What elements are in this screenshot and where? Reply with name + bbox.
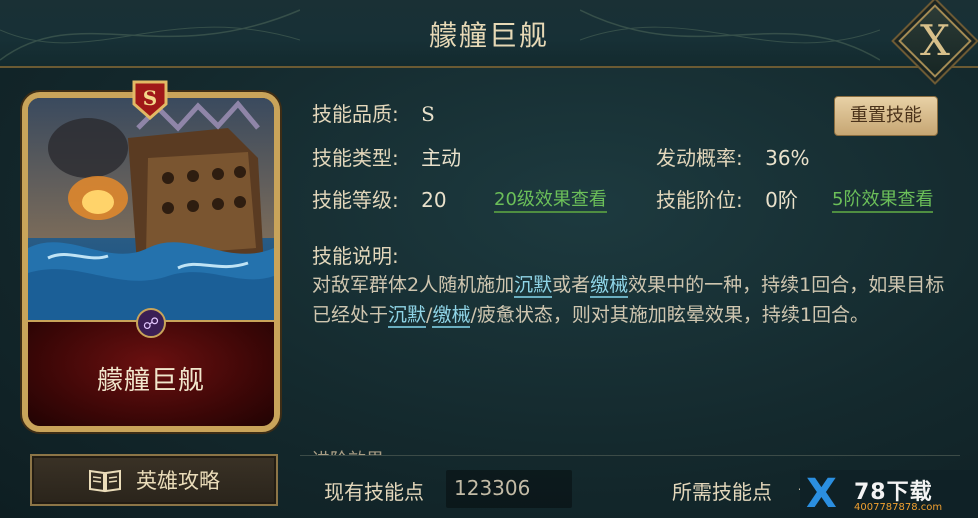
site-watermark: X 78下载 4007787878.com [800, 470, 978, 518]
keyword-silence[interactable]: 沉默 [514, 274, 553, 298]
current-points-value: 123306 [454, 476, 531, 500]
tier-effect-link[interactable]: 5阶效果查看 [832, 189, 934, 213]
skill-card: ☍ 艨艟巨舰 [22, 92, 280, 432]
skill-description: 对敌军群体2人随机施加沉默或者缴械效果中的一种，持续1回合，如果目标已经处于沉默… [312, 270, 952, 330]
tier-row: 技能阶位: 0阶 [656, 184, 798, 213]
keyword-disarm-2[interactable]: 缴械 [432, 304, 471, 328]
type-row: 技能类型: 主动 [312, 142, 461, 171]
close-icon: X [920, 16, 950, 65]
current-points-label: 现有技能点 [324, 480, 424, 504]
description-text-5: /疲惫状态，则对其施加眩晕效果，持续1回合。 [470, 304, 869, 326]
site-url: 4007787878.com [854, 502, 943, 513]
hero-guide-button[interactable]: 英雄攻略 [30, 454, 278, 506]
faction-icon: ☍ [136, 308, 166, 338]
rank-badge-letter: S [143, 86, 157, 110]
tier-label: 技能阶位: [656, 188, 743, 212]
rank-s-icon: S [132, 80, 168, 120]
close-button[interactable]: X [898, 4, 972, 78]
tier-effect-link-wrap: 5阶效果查看 [832, 185, 934, 213]
keyword-disarm[interactable]: 缴械 [590, 274, 629, 298]
book-icon [89, 469, 121, 493]
level-effect-link-wrap: 20级效果查看 [494, 185, 607, 213]
quality-row: 技能品质: S [312, 98, 435, 127]
skill-card-art [28, 98, 274, 320]
section-divider [300, 455, 960, 456]
skill-card-name: 艨艟巨舰 [96, 366, 205, 396]
quality-label: 技能品质: [312, 102, 399, 126]
hero-guide-label: 英雄攻略 [136, 469, 220, 493]
title-bar: 艨艟巨舰 [0, 0, 978, 68]
keyword-silence-2[interactable]: 沉默 [388, 304, 427, 328]
level-label: 技能等级: [312, 188, 399, 212]
quality-value: S [421, 102, 435, 126]
type-value: 主动 [421, 146, 462, 170]
level-row: 技能等级: 20 [312, 184, 447, 213]
description-text-1: 对敌军群体2人随机施加 [312, 274, 515, 296]
tier-value: 0阶 [765, 188, 798, 212]
chance-value: 36% [765, 146, 810, 170]
page-title: 艨艟巨舰 [428, 19, 549, 52]
skill-card-footer: ☍ 艨艟巨舰 [28, 308, 274, 426]
required-points-label: 所需技能点 [672, 480, 772, 504]
chance-row: 发动概率: 36% [656, 142, 810, 171]
site-logo-icon: X [806, 471, 837, 517]
level-value: 20 [421, 188, 447, 212]
level-effect-link[interactable]: 20级效果查看 [494, 189, 607, 213]
chance-label: 发动概率: [656, 146, 743, 170]
reset-skill-button[interactable]: 重置技能 [834, 96, 938, 136]
description-text-2: 或者 [552, 274, 591, 296]
description-title: 技能说明: [312, 244, 399, 268]
warship-illustration [28, 98, 274, 320]
type-label: 技能类型: [312, 146, 399, 170]
